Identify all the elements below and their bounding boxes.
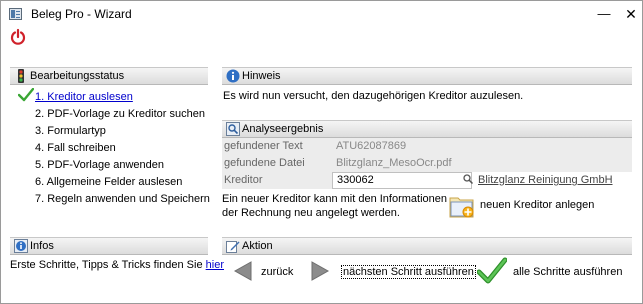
status-panel-header: Bearbeitungsstatus (10, 67, 208, 85)
info-icon (226, 69, 240, 83)
found-file-row: gefundene Datei Blitzglanz_MesoOcr.pdf (222, 155, 632, 172)
infos-panel-title: Infos (30, 240, 54, 252)
step-item-fall-schreiben: 4. Fall schreiben (35, 142, 116, 154)
new-kreditor-icon[interactable] (447, 191, 477, 221)
back-button[interactable]: zurück (261, 266, 293, 278)
step-item-regeln-speichern: 7. Regeln anwenden und Speichern (35, 193, 210, 205)
edit-pencil-icon (226, 241, 240, 253)
found-text-value: ATU62087869 (332, 138, 632, 155)
step-item-allgemeine-felder: 6. Allgemeine Felder auslesen (35, 176, 183, 188)
checkmark-icon[interactable] (477, 257, 507, 285)
step-list: 1. Kreditor auslesen 2. PDF-Vorlage zu K… (35, 89, 210, 208)
magnifier-icon (226, 122, 240, 136)
infos-text-body: Erste Schritte, Tipps & Tricks finden Si… (10, 259, 206, 271)
infos-panel-header: Infos (10, 237, 208, 255)
info-icon (14, 239, 28, 253)
next-step-button[interactable]: nächsten Schritt ausführen (341, 265, 476, 279)
next-arrow-icon[interactable] (310, 260, 330, 282)
aktion-panel-header: Aktion (222, 237, 632, 255)
kreditor-name-link[interactable]: Blitzglanz Reinigung GmbH (478, 172, 613, 189)
step-item-formulartyp: 3. Formulartyp (35, 125, 106, 137)
run-all-steps-button[interactable]: alle Schritte ausführen (513, 266, 622, 278)
new-kreditor-button[interactable]: neuen Kreditor anlegen (480, 199, 594, 211)
step-item-pdf-vorlage-anwenden: 5. PDF-Vorlage anwenden (35, 159, 165, 171)
found-text-row: gefundener Text ATU62087869 (222, 138, 632, 155)
window-title: Beleg Pro - Wizard (31, 7, 132, 21)
app-icon (9, 8, 22, 20)
search-icon[interactable] (462, 173, 474, 185)
found-file-label: gefundene Datei (222, 155, 332, 172)
hinweis-panel-title: Hinweis (242, 70, 281, 82)
step-item-pdf-vorlage-suchen: 2. PDF-Vorlage zu Kreditor suchen (35, 108, 205, 120)
infos-here-link[interactable]: hier (206, 259, 224, 271)
found-text-label: gefundener Text (222, 138, 332, 155)
status-panel-title: Bearbeitungsstatus (30, 70, 125, 82)
kreditor-input[interactable]: 330062 (332, 172, 472, 189)
traffic-light-icon (18, 69, 24, 83)
wizard-window: Beleg Pro - Wizard — ✕ Bearbeitungsstatu… (0, 0, 643, 304)
aktion-panel-title: Aktion (242, 240, 273, 252)
title-bar: Beleg Pro - Wizard — ✕ (1, 1, 642, 27)
found-file-value: Blitzglanz_MesoOcr.pdf (332, 155, 632, 172)
back-arrow-icon[interactable] (233, 260, 253, 282)
power-icon[interactable] (9, 28, 27, 46)
checkmark-icon (18, 88, 34, 102)
hinweis-panel-header: Hinweis (222, 67, 632, 85)
analyse-panel-title: Analyseergebnis (242, 123, 324, 135)
kreditor-row: Kreditor 330062 Blitzglanz Reinigung Gmb… (222, 172, 632, 189)
kreditor-label: Kreditor (222, 172, 332, 189)
minimize-button[interactable]: — (592, 4, 616, 24)
close-button[interactable]: ✕ (619, 4, 643, 24)
analyse-panel-header: Analyseergebnis (222, 120, 632, 138)
hinweis-text: Es wird nun versucht, den dazugehörigen … (223, 90, 524, 102)
step-item-kreditor-auslesen[interactable]: 1. Kreditor auslesen (35, 89, 210, 106)
new-kreditor-info-text: Ein neuer Kreditor kann mit den Informat… (222, 193, 448, 219)
infos-text: Erste Schritte, Tipps & Tricks finden Si… (10, 259, 224, 271)
